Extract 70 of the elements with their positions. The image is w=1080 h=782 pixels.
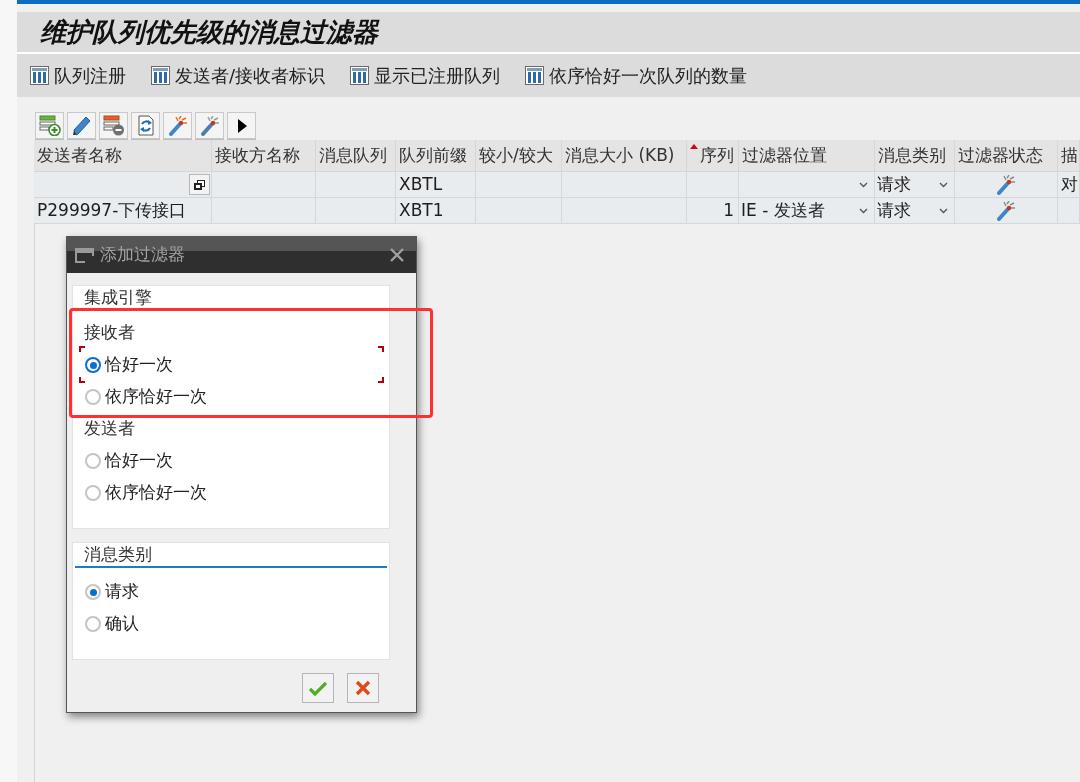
play-icon [236, 118, 247, 133]
column-header[interactable]: 消息队列 [316, 140, 396, 172]
radio-label: 请求 [105, 580, 139, 604]
radio-label: 恰好一次 [105, 353, 173, 377]
value-help-button[interactable] [189, 174, 210, 195]
radio-button[interactable] [85, 389, 101, 405]
input-field[interactable] [34, 172, 212, 198]
radio-label: 恰好一次 [105, 449, 173, 473]
group-title: 消息类别 [75, 543, 387, 568]
x-icon [355, 680, 371, 696]
radio-label: 确认 [105, 612, 139, 636]
columns-icon [30, 66, 49, 85]
radio-button[interactable] [85, 616, 101, 632]
dropdown[interactable]: 请求 [875, 198, 955, 224]
table-cell: 1 [687, 198, 739, 224]
column-header[interactable]: 消息类别 [875, 140, 955, 172]
pencil-icon [71, 115, 92, 136]
close-icon [390, 248, 404, 262]
menu-button[interactable]: 发送者/接收者标识 [151, 62, 326, 89]
column-header[interactable]: 过滤器位置 [739, 140, 875, 172]
column-header[interactable]: 描 [1058, 140, 1080, 172]
chevron-down-icon [939, 207, 948, 214]
dropdown[interactable]: IE - 发送者 [739, 198, 875, 224]
section-label: 发送者 [83, 417, 136, 441]
table-cell [687, 172, 739, 198]
table-cell: P299997-下传接口 [34, 198, 212, 224]
cancel-button[interactable] [347, 673, 379, 703]
overlapping-squares-icon [194, 179, 205, 190]
column-header[interactable]: 发送者名称 [34, 140, 212, 172]
column-header[interactable]: 较小/较大 [476, 140, 562, 172]
column-header[interactable]: 序列 [687, 140, 739, 172]
wand-icon [997, 200, 1015, 221]
chevron-down-icon [859, 181, 868, 188]
column-header[interactable]: 接收方名称 [212, 140, 316, 172]
page-title: 维护队列优先级的消息过滤器 [40, 19, 378, 45]
table-cell: XBT1 [396, 198, 476, 224]
close-button[interactable] [388, 246, 406, 264]
table-cell: 对 [1058, 172, 1080, 198]
dialog-title: 添加过滤器 [100, 243, 186, 267]
table-cell: XBTL [396, 172, 476, 198]
columns-icon [525, 66, 545, 85]
delete-row-icon [102, 115, 125, 136]
dropdown[interactable]: 请求 [875, 172, 955, 198]
radio-button[interactable] [85, 357, 101, 373]
add-row-icon [38, 115, 61, 136]
radio-button[interactable] [85, 453, 101, 469]
group-title: 集成引擎 [83, 286, 153, 309]
radio-label: 依序恰好一次 [105, 385, 207, 409]
columns-icon [151, 66, 170, 85]
window-icon [75, 247, 94, 263]
toolbar-button[interactable] [227, 112, 256, 139]
wand-icon [997, 174, 1015, 195]
section-label: 接收者 [83, 321, 136, 345]
radio-button[interactable] [85, 584, 101, 600]
column-header[interactable]: 队列前缀 [396, 140, 476, 172]
confirm-button[interactable] [302, 673, 334, 703]
columns-icon [350, 66, 370, 85]
menu-button[interactable]: 依序恰好一次队列的数量 [525, 62, 748, 89]
chevron-down-icon [939, 181, 948, 188]
menu-button[interactable]: 队列注册 [30, 62, 126, 89]
menu-button[interactable]: 显示已注册队列 [350, 62, 501, 89]
radio-label: 依序恰好一次 [105, 481, 207, 505]
magic-wand-icon [168, 115, 187, 136]
column-header[interactable]: 过滤器状态 [955, 140, 1058, 172]
refresh-document-icon [135, 115, 156, 136]
chevron-down-icon [859, 207, 868, 214]
wand-icon [200, 115, 219, 136]
radio-button[interactable] [85, 485, 101, 501]
check-icon [309, 680, 327, 696]
column-header[interactable]: 消息大小 (KB) [562, 140, 687, 172]
